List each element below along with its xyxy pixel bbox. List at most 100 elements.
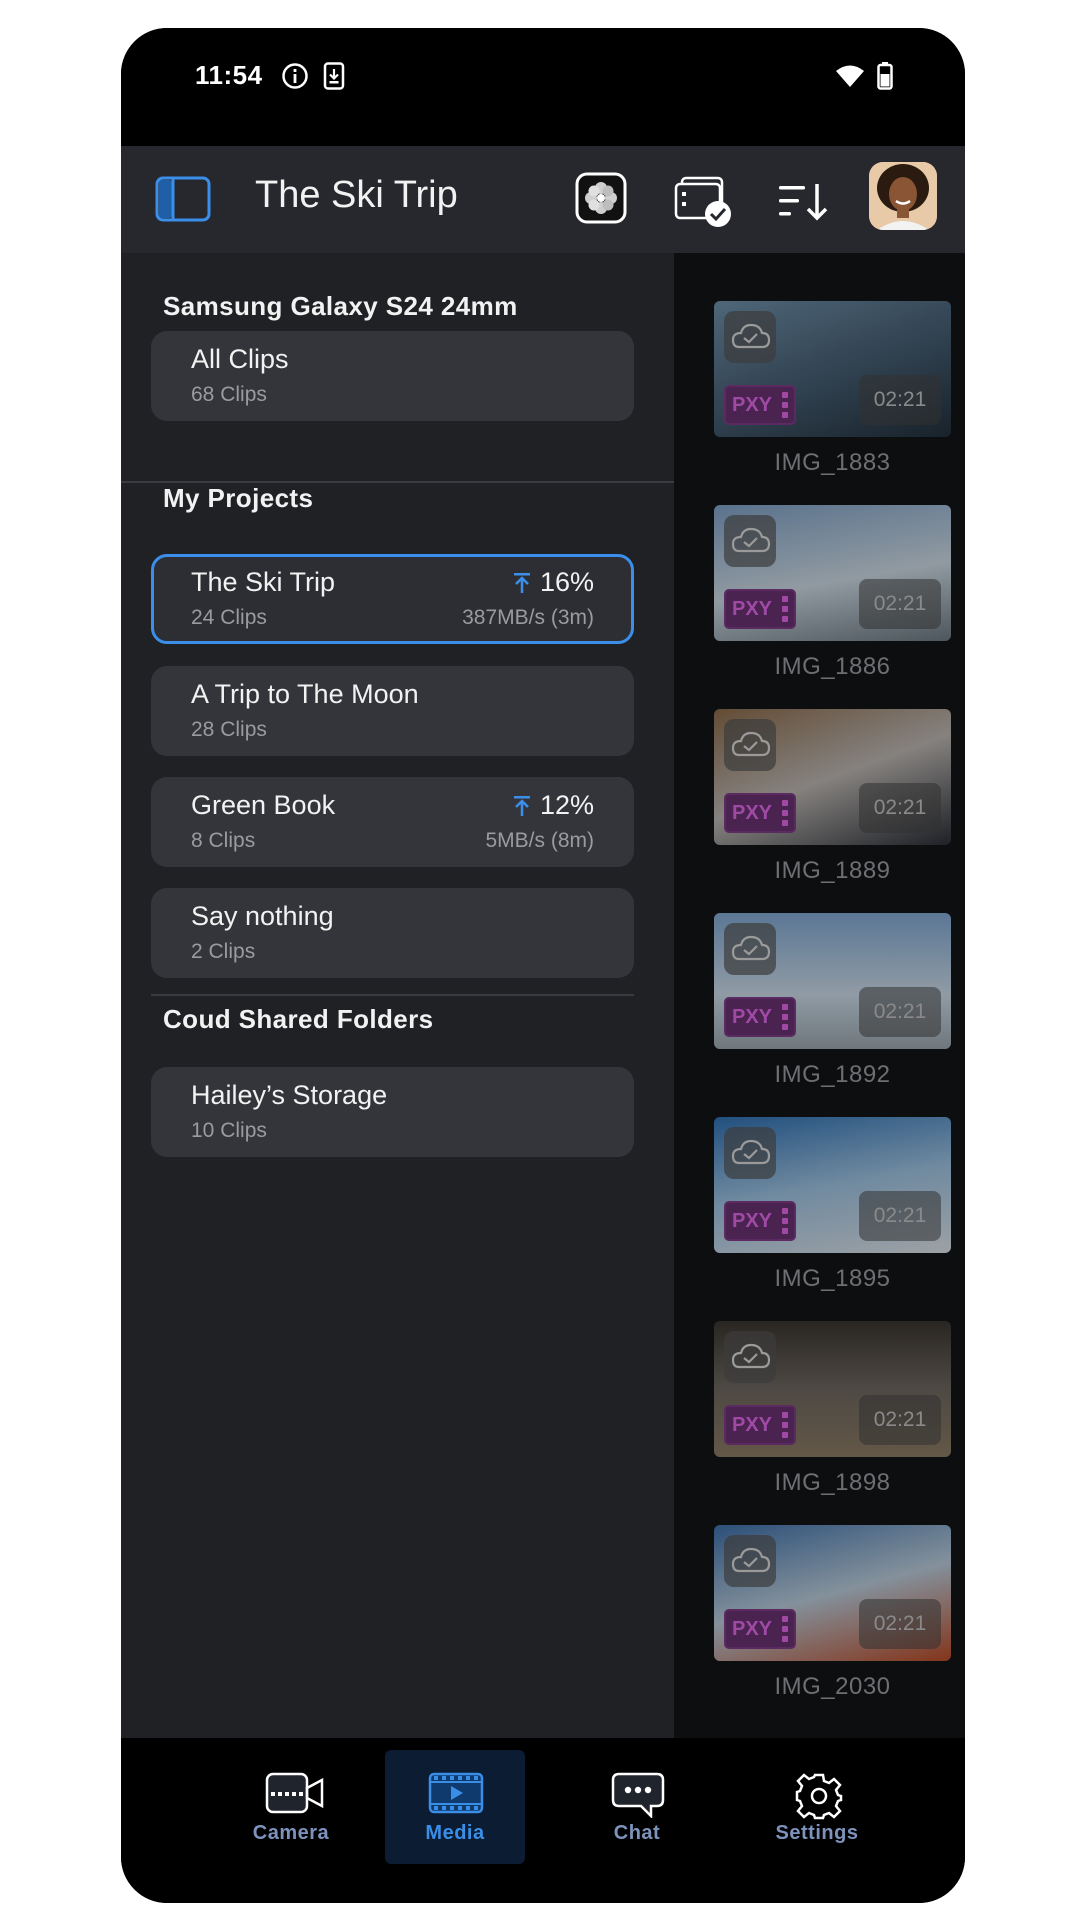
card-title: Green Book bbox=[191, 790, 336, 820]
card-title: A Trip to The Moon bbox=[191, 679, 419, 709]
status-time: 11:54 bbox=[195, 60, 263, 90]
proxy-label: PXY bbox=[732, 1006, 773, 1028]
clip-thumbnail[interactable]: PXY 02:21 bbox=[714, 1117, 951, 1253]
proxy-label: PXY bbox=[732, 394, 773, 416]
clip-duration: 02:21 bbox=[859, 1191, 941, 1241]
clip-duration: 02:21 bbox=[859, 1599, 941, 1649]
sort-icon[interactable] bbox=[777, 182, 829, 222]
progress-percent: 12% bbox=[539, 790, 594, 820]
card-count: 10 Clips bbox=[191, 1119, 267, 1142]
nav-label: Media bbox=[425, 1822, 485, 1844]
clip-thumbnail[interactable]: PXY 02:21 bbox=[714, 709, 951, 845]
clip-duration: 02:21 bbox=[859, 783, 941, 833]
cloud-check-icon bbox=[724, 1331, 776, 1383]
proxy-label: PXY bbox=[732, 1210, 773, 1232]
project-card-the-ski-trip[interactable]: The Ski Trip 24 Clips 16% 387MB/s (3m) bbox=[151, 554, 634, 644]
film-dots-icon bbox=[782, 800, 788, 826]
app-bar: The Ski Trip bbox=[121, 146, 965, 253]
nav-media[interactable]: Media bbox=[385, 1750, 525, 1864]
card-title: The Ski Trip bbox=[191, 567, 336, 597]
sidebar: Samsung Galaxy S24 24mm All Clips 68 Cli… bbox=[121, 253, 674, 1738]
gear-icon bbox=[795, 1773, 843, 1820]
nav-label: Chat bbox=[613, 1822, 661, 1844]
battery-icon bbox=[877, 62, 893, 90]
clip-thumbnail[interactable]: PXY 02:21 bbox=[714, 301, 951, 437]
device-header: Samsung Galaxy S24 24mm bbox=[163, 291, 518, 321]
cloud-check-icon bbox=[724, 1535, 776, 1587]
project-card-a-trip-to-the-moon[interactable]: A Trip to The Moon 28 Clips bbox=[151, 666, 634, 756]
projects-header-label: My Projects bbox=[163, 483, 314, 513]
upload-progress: 16% bbox=[512, 567, 594, 598]
project-card-green-book[interactable]: Green Book 8 Clips 12% 5MB/s (8m) bbox=[151, 777, 634, 867]
proxy-label: PXY bbox=[732, 802, 773, 824]
upload-arrow-icon bbox=[513, 795, 530, 816]
cloud-check-icon bbox=[724, 923, 776, 975]
card-count: 68 Clips bbox=[191, 383, 267, 406]
project-card-say-nothing[interactable]: Say nothing 2 Clips bbox=[151, 888, 634, 978]
shared-header: Coud Shared Folders bbox=[163, 1004, 434, 1034]
wifi-icon bbox=[836, 65, 864, 87]
clip-duration: 02:21 bbox=[859, 1395, 941, 1445]
phone-screen: 11:54 The Ski Trip Samsung Galaxy S24 24… bbox=[121, 28, 965, 1903]
card-title: Hailey’s Storage bbox=[191, 1080, 388, 1110]
nav-chat[interactable]: Chat bbox=[567, 1750, 707, 1864]
film-dots-icon bbox=[782, 392, 788, 418]
clip-thumbnail[interactable]: PXY 02:21 bbox=[714, 1525, 951, 1661]
chat-bubble-icon bbox=[611, 1772, 665, 1818]
photos-app-icon[interactable] bbox=[575, 172, 627, 224]
upload-rate: 387MB/s (3m) bbox=[462, 606, 594, 629]
film-dots-icon bbox=[782, 1208, 788, 1234]
card-title: All Clips bbox=[191, 344, 289, 374]
card-count: 24 Clips bbox=[191, 606, 267, 629]
proxy-badge: PXY bbox=[724, 385, 796, 425]
clip-name: IMG_1886 bbox=[774, 653, 891, 680]
card-count: 28 Clips bbox=[191, 718, 267, 741]
upload-progress: 12% bbox=[512, 790, 594, 821]
clip-duration: 02:21 bbox=[859, 579, 941, 629]
film-dots-icon bbox=[782, 596, 788, 622]
proxy-label: PXY bbox=[732, 1618, 773, 1640]
cloud-check-icon bbox=[724, 1127, 776, 1179]
nav-label: Camera bbox=[252, 1822, 330, 1844]
clip-name: IMG_1898 bbox=[774, 1469, 891, 1496]
app-title: The Ski Trip bbox=[255, 174, 458, 216]
nav-settings[interactable]: Settings bbox=[747, 1750, 887, 1864]
avatar[interactable] bbox=[869, 162, 937, 230]
clip-thumbnail[interactable]: PXY 02:21 bbox=[714, 1321, 951, 1457]
nav-camera[interactable]: Camera bbox=[221, 1750, 361, 1864]
avatar-portrait-icon bbox=[869, 162, 937, 230]
card-count: 2 Clips bbox=[191, 940, 256, 963]
clip-duration: 02:21 bbox=[859, 375, 941, 425]
card-count: 8 Clips bbox=[191, 829, 256, 852]
upload-arrow-icon bbox=[513, 572, 530, 593]
sidebar-toggle-icon[interactable] bbox=[155, 176, 211, 222]
film-dots-icon bbox=[782, 1616, 788, 1642]
card-title: Say nothing bbox=[191, 901, 334, 931]
bottom-nav: Camera Media Chat Settings bbox=[121, 1738, 965, 1903]
film-dots-icon bbox=[782, 1004, 788, 1030]
film-dots-icon bbox=[782, 1412, 788, 1438]
clip-thumbnail[interactable]: PXY 02:21 bbox=[714, 913, 951, 1049]
film-icon bbox=[428, 1772, 484, 1814]
proxy-badge: PXY bbox=[724, 589, 796, 629]
proxy-badge: PXY bbox=[724, 1609, 796, 1649]
clip-name: IMG_1892 bbox=[774, 1061, 891, 1088]
divider bbox=[151, 994, 634, 996]
shared-folder-card[interactable]: Hailey’s Storage 10 Clips bbox=[151, 1067, 634, 1157]
info-icon bbox=[282, 63, 308, 89]
projects-header: My Projects bbox=[163, 483, 313, 514]
cloud-check-icon bbox=[724, 515, 776, 567]
all-clips-card[interactable]: All Clips 68 Clips bbox=[151, 331, 634, 421]
proxy-label: PXY bbox=[732, 1414, 773, 1436]
cloud-check-icon bbox=[724, 719, 776, 771]
proxy-badge: PXY bbox=[724, 997, 796, 1037]
clip-name: IMG_1889 bbox=[774, 857, 891, 884]
clip-list: PXY 02:21 IMG_1883 PXY 02:21 IMG_1886 PXY 02:21… bbox=[674, 253, 965, 1738]
video-camera-icon bbox=[265, 1772, 324, 1814]
nav-label: Settings bbox=[775, 1822, 859, 1844]
select-clips-icon[interactable] bbox=[674, 176, 734, 228]
proxy-badge: PXY bbox=[724, 1405, 796, 1445]
upload-rate: 5MB/s (8m) bbox=[485, 829, 594, 852]
clip-thumbnail[interactable]: PXY 02:21 bbox=[714, 505, 951, 641]
proxy-badge: PXY bbox=[724, 793, 796, 833]
